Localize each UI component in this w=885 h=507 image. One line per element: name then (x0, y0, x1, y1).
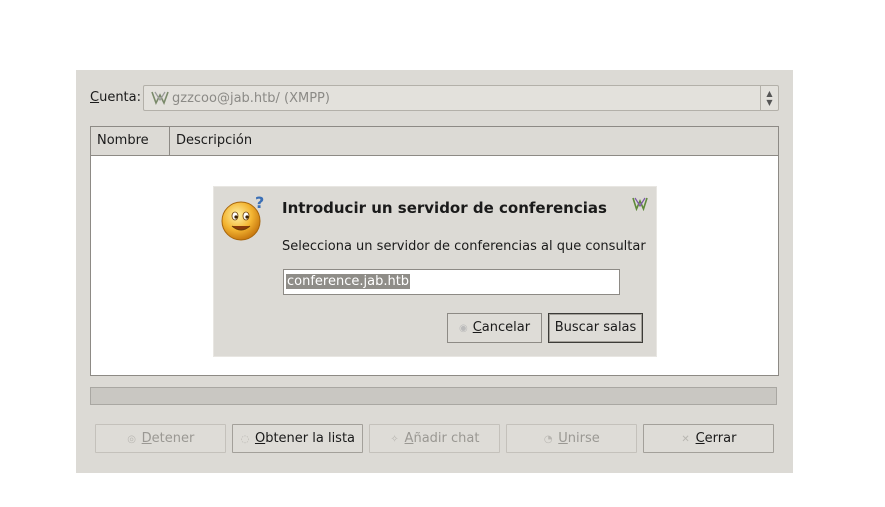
column-header-description[interactable]: Descripción (170, 127, 778, 155)
svg-text:?: ? (255, 194, 264, 212)
add-chat-button[interactable]: ✧ Añadir chat (369, 424, 500, 453)
account-combo[interactable]: gzzcoo@jab.htb/ (XMPP) ▲ ▼ (143, 85, 779, 111)
stop-button[interactable]: ◎ Detener (95, 424, 226, 453)
chevron-down-icon: ▼ (766, 98, 773, 107)
dialog-title: Introducir un servidor de conferencias (282, 199, 607, 217)
room-list-header: Nombre Descripción (91, 127, 778, 156)
cancel-icon: ◉ (458, 323, 468, 334)
room-list-window: Cuenta: gzzcoo@jab.htb/ (XMPP) ▲ ▼ Nombr… (76, 70, 793, 473)
conference-server-dialog: ? Introducir un servidor de conferencias… (214, 187, 656, 356)
column-header-name[interactable]: Nombre (91, 127, 170, 155)
close-button[interactable]: ✕ Cerrar (643, 424, 774, 453)
chevron-up-icon: ▲ (766, 89, 773, 98)
add-icon: ✧ (390, 434, 399, 445)
join-button[interactable]: ◔ Unirse (506, 424, 637, 453)
cancel-button[interactable]: ◉ Cancelar (447, 313, 542, 343)
combo-spinner[interactable]: ▲ ▼ (760, 86, 778, 110)
account-row: Cuenta: gzzcoo@jab.htb/ (XMPP) ▲ ▼ (90, 85, 779, 111)
account-value: gzzcoo@jab.htb/ (XMPP) (172, 91, 330, 106)
refresh-icon: ◌ (240, 434, 250, 445)
selected-text: conference.jab.htb (286, 274, 411, 289)
join-icon: ◔ (543, 434, 553, 445)
stop-icon: ◎ (127, 434, 136, 445)
dialog-subtitle: Selecciona un servidor de conferencias a… (282, 239, 646, 254)
close-icon: ✕ (681, 434, 690, 445)
pidgin-icon (632, 197, 648, 211)
smiley-icon: ? (221, 194, 264, 241)
account-label: Cuenta: (90, 90, 141, 105)
pidgin-icon (151, 91, 169, 105)
progress-bar (90, 387, 777, 405)
search-rooms-button[interactable]: Buscar salas (548, 313, 643, 343)
get-list-button[interactable]: ◌ Obtener la lista (232, 424, 363, 453)
conference-server-input[interactable]: conference.jab.htb (283, 269, 620, 295)
